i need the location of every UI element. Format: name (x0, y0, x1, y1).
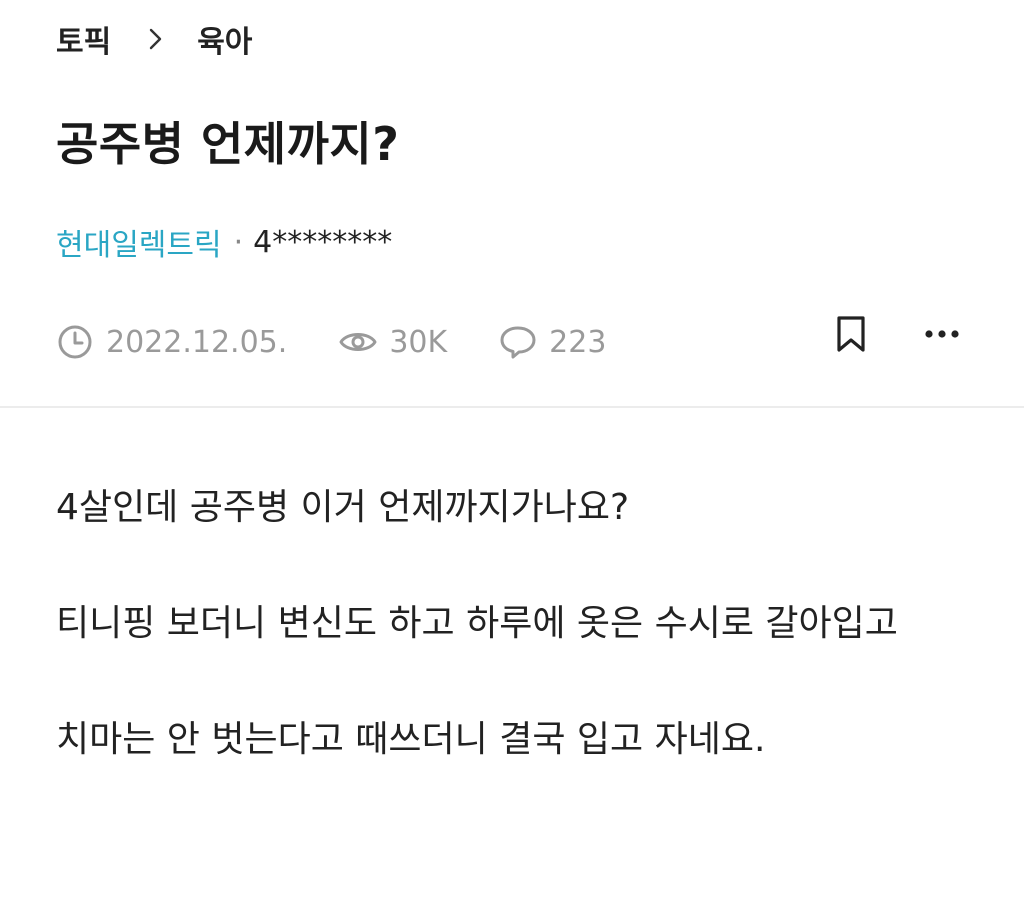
post-views-count: 30K (389, 324, 448, 360)
clock-icon (58, 325, 92, 359)
chevron-right-icon (150, 28, 162, 50)
post-date: 2022.12.05. (56, 323, 287, 361)
author-name: 4******** (253, 224, 393, 260)
post-body: 4살인데 공주병 이거 언제까지가나요? 티니핑 보더니 변신도 하고 하루에 … (56, 478, 968, 826)
post-paragraph: 4살인데 공주병 이거 언제까지가나요? (56, 487, 630, 528)
post-comments[interactable]: 223 (499, 323, 606, 361)
post-paragraph: 티니핑 보더니 변신도 하고 하루에 옷은 수시로 갈아입고 (56, 603, 898, 644)
breadcrumb-topic[interactable]: 토픽 (56, 17, 111, 61)
speech-bubble-icon (500, 326, 536, 359)
post-meta: 2022.12.05. 30K 223 (56, 318, 606, 366)
post-views: 30K (339, 323, 447, 361)
author-separator: · (233, 224, 244, 260)
post-date-text: 2022.12.05. (106, 324, 288, 360)
post-comments-count: 223 (549, 324, 607, 360)
post-title: 공주병 언제까지? (56, 117, 400, 171)
author-info: 현대일렉트릭 · 4******** (56, 220, 393, 264)
breadcrumb-parenting[interactable]: 육아 (197, 17, 252, 61)
more-options-button[interactable] (916, 308, 968, 360)
bookmark-icon (837, 316, 865, 352)
eye-icon (339, 333, 377, 351)
breadcrumb: 토픽 육아 (56, 18, 252, 60)
bookmark-button[interactable] (825, 308, 877, 360)
post-page: 토픽 육아 공주병 언제까지? 현대일렉트릭 · 4******** 2022.… (0, 0, 1024, 908)
author-company[interactable]: 현대일렉트릭 (56, 220, 222, 264)
more-horizontal-icon (925, 330, 959, 338)
header-divider (0, 406, 1024, 408)
post-paragraph: 치마는 안 벗는다고 때쓰더니 결국 입고 자네요. (56, 719, 766, 760)
